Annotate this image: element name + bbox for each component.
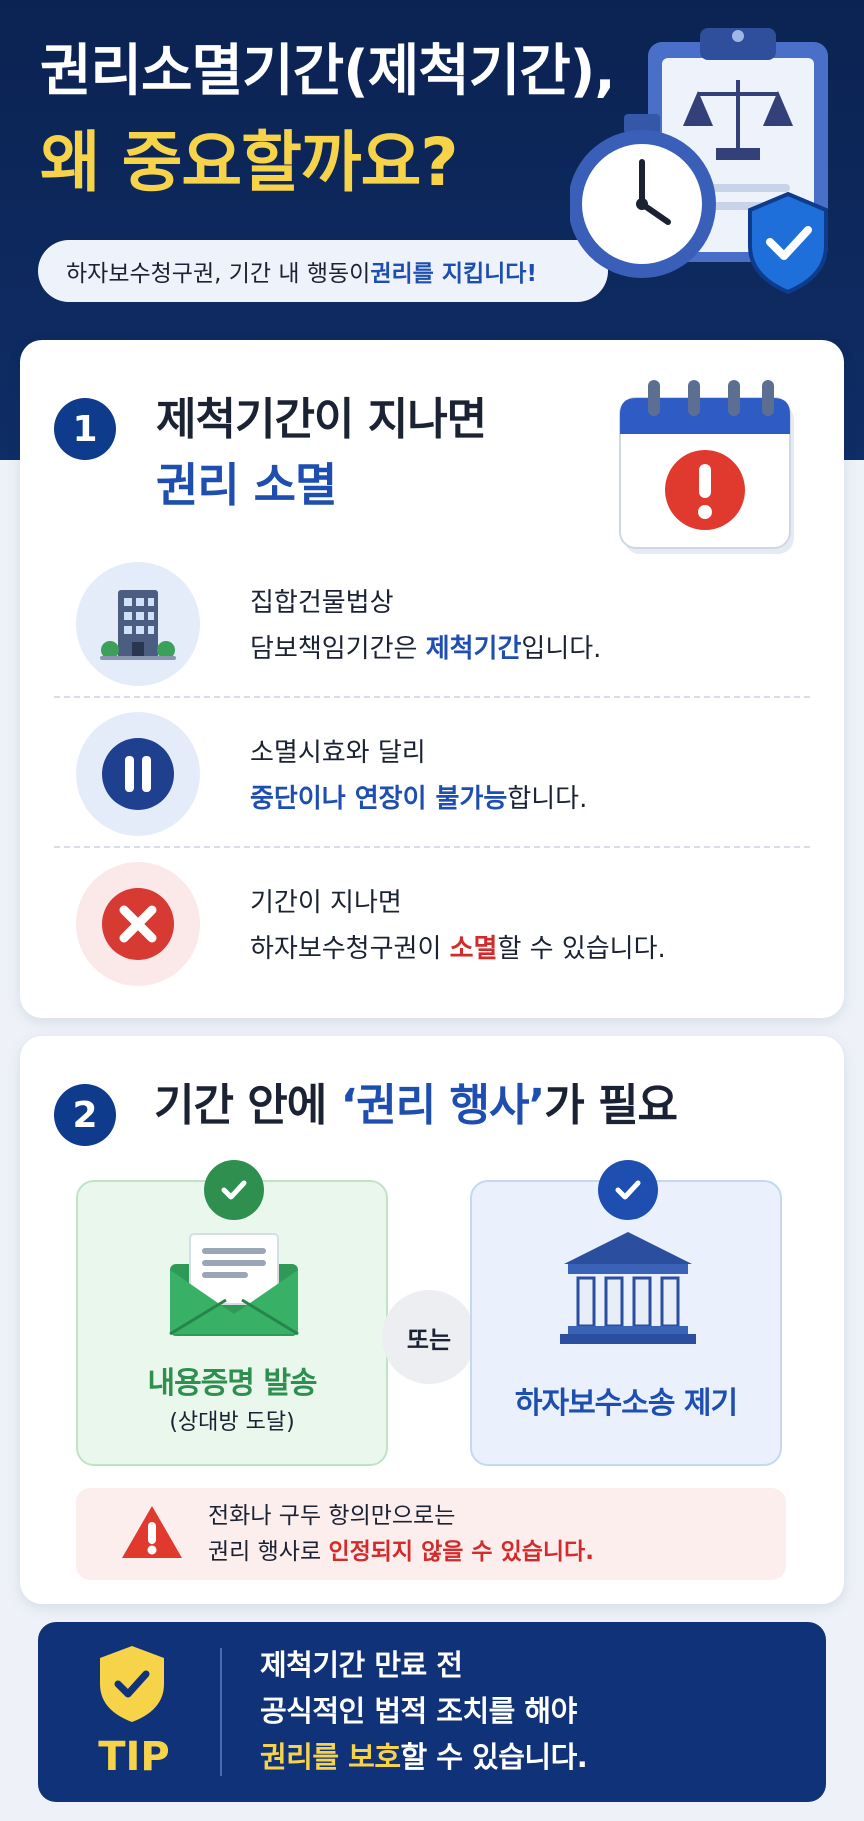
tip-text: 제척기간 만료 전 공식적인 법적 조치를 해야 권리를 보호할 수 있습니다.	[260, 1642, 588, 1780]
section1-card: 1 제척기간이 지나면 권리 소멸 집합건물법상 담보책임기간은 제척기간입니다…	[20, 340, 844, 1018]
section1-item-2-highlight: 중단이나 연장이 불가능	[250, 784, 508, 814]
tip-line3-suffix: 할 수 있습니다.	[400, 1740, 588, 1774]
tip-banner: TIP 제척기간 만료 전 공식적인 법적 조치를 해야 권리를 보호할 수 있…	[38, 1622, 826, 1802]
shield-check-icon	[100, 1646, 164, 1722]
section1-item-3-suffix: 할 수 있습니다.	[497, 934, 666, 964]
section2-card: 2 기간 안에 ‘권리 행사’가 필요 내용증명 발송 (상대방 도달) 또는	[20, 1036, 844, 1604]
divider	[54, 846, 810, 848]
section1-item-3-highlight: 소멸	[449, 934, 498, 964]
option-left-label: 내용증명 발송	[147, 1366, 317, 1401]
warning-line2-highlight: 인정되지 않을 수 있습니다.	[328, 1539, 594, 1565]
check-icon	[598, 1160, 658, 1220]
section1-item-3-text: 기간이 지나면 하자보수청구권이 소멸할 수 있습니다.	[250, 880, 666, 972]
building-icon	[76, 562, 200, 686]
section1-item-1-line2: 담보책임기간은 제척기간입니다.	[250, 626, 601, 672]
check-icon	[204, 1160, 264, 1220]
option-lawsuit: 하자보수소송 제기	[470, 1160, 782, 1466]
section1-number-badge: 1	[54, 398, 116, 460]
divider	[54, 696, 810, 698]
section2-number-badge: 2	[54, 1084, 116, 1146]
section1-item-3-prefix: 하자보수청구권이	[250, 934, 450, 964]
section1-item-2-line1: 소멸시효와 달리	[250, 738, 426, 768]
hero-subtitle-pill: 하자보수청구권, 기간 내 행동이 권리를 지킵니다!	[38, 240, 608, 302]
calendar-alert-icon	[619, 380, 794, 554]
pause-icon	[76, 712, 200, 836]
section1-item-3: 기간이 지나면 하자보수청구권이 소멸할 수 있습니다.	[20, 854, 844, 1004]
section1-item-1-suffix: 입니다.	[521, 634, 602, 664]
warning-icon	[122, 1506, 182, 1558]
section1-item-3-line2: 하자보수청구권이 소멸할 수 있습니다.	[250, 926, 666, 972]
or-divider: 또는	[382, 1290, 476, 1384]
tip-label: TIP	[98, 1734, 170, 1780]
warning-box: 전화나 구두 항의만으로는 권리 행사로 인정되지 않을 수 있습니다.	[76, 1488, 786, 1580]
section2-title-highlight: ‘권리 행사’	[340, 1080, 546, 1131]
divider	[220, 1648, 222, 1776]
envelope-icon	[169, 1233, 299, 1336]
section2-title-prefix: 기간 안에	[154, 1080, 341, 1131]
hero-pill-text: 하자보수청구권, 기간 내 행동이	[66, 261, 371, 287]
x-circle-icon	[76, 862, 200, 986]
tip-line3-highlight: 권리를 보호	[260, 1740, 401, 1774]
warning-line2-prefix: 권리 행사로	[208, 1539, 329, 1565]
option-right-label: 하자보수소송 제기	[514, 1386, 738, 1421]
warning-text: 전화나 구두 항의만으로는 권리 행사로 인정되지 않을 수 있습니다.	[208, 1498, 594, 1570]
shield-check-icon	[748, 191, 828, 295]
section1-item-2: 소멸시효와 달리 중단이나 연장이 불가능합니다.	[20, 704, 844, 854]
section1-item-1-text: 집합건물법상 담보책임기간은 제척기간입니다.	[250, 580, 601, 672]
hero-pill-highlight: 권리를 지킵니다!	[370, 261, 537, 287]
section1-item-2-text: 소멸시효와 달리 중단이나 연장이 불가능합니다.	[250, 730, 587, 822]
section1-item-1-prefix: 담보책임기간은	[250, 634, 426, 664]
courthouse-icon	[560, 1232, 696, 1344]
hero-title-line2: 왜 중요할까요?	[40, 124, 459, 201]
section1-title-line1: 제척기간이 지나면	[156, 394, 487, 445]
section1-item-1-highlight: 제척기간	[425, 634, 522, 664]
hero-illustration	[570, 28, 828, 295]
section1-item-3-line1: 기간이 지나면	[250, 888, 402, 918]
hero-title-line1: 권리소멸기간(제척기간),	[40, 39, 616, 104]
tip-line2: 공식적인 법적 조치를 해야	[260, 1694, 577, 1728]
warning-line2: 권리 행사로 인정되지 않을 수 있습니다.	[208, 1534, 594, 1570]
tip-line1: 제척기간 만료 전	[260, 1648, 463, 1682]
option-left-sub: (상대방 도달)	[169, 1410, 295, 1435]
option-certified-mail: 내용증명 발송 (상대방 도달)	[76, 1160, 388, 1466]
section2-title: 기간 안에 ‘권리 행사’가 필요	[154, 1084, 678, 1128]
tip-line3: 권리를 보호할 수 있습니다.	[260, 1734, 588, 1780]
warning-line1: 전화나 구두 항의만으로는	[208, 1503, 456, 1529]
section1-item-1-line1: 집합건물법상	[250, 588, 394, 618]
section1-title-line2: 권리 소멸	[156, 458, 337, 512]
section2-title-suffix: 가 필요	[544, 1080, 678, 1131]
section1-item-1: 집합건물법상 담보책임기간은 제척기간입니다.	[20, 554, 844, 704]
section1-item-2-line2: 중단이나 연장이 불가능합니다.	[250, 776, 587, 822]
section1-item-2-suffix: 합니다.	[507, 784, 588, 814]
